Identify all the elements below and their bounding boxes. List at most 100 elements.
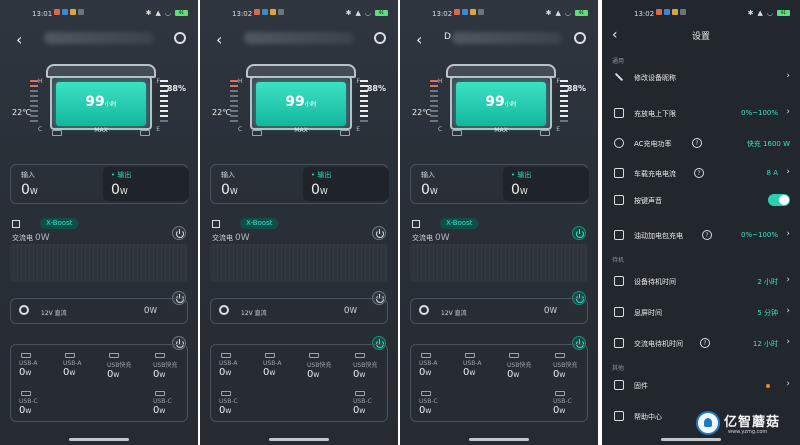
input-label: 输入	[421, 171, 435, 179]
xboost-badge[interactable]: X-Boost	[40, 218, 79, 229]
usb-port: USB-C 0W	[219, 391, 259, 416]
gauge-letter-e: E	[156, 126, 160, 133]
output-block[interactable]: • 输出 0W	[303, 167, 389, 201]
status-time: 13:02	[232, 10, 253, 18]
gear-icon[interactable]	[174, 32, 186, 44]
usb-port: USB快充 0W	[553, 353, 593, 380]
status-icons: ✱ ▲ ◡ 91	[748, 9, 790, 17]
ac-power-button[interactable]	[372, 226, 386, 240]
ac-outlet-icon	[12, 220, 20, 228]
usb-icon	[155, 353, 165, 358]
ac-power-graph	[410, 244, 588, 282]
input-value: 0W	[421, 182, 438, 198]
level-percent: 88%	[366, 84, 386, 93]
status-bar: 13:02 ✱ ▲ ◡ 91	[602, 8, 800, 20]
output-value: 0W	[111, 182, 128, 198]
usb-icon	[155, 391, 165, 396]
gear-icon[interactable]	[574, 32, 586, 44]
power-station-graphic: 99小时 MAX	[246, 64, 356, 138]
input-label: 输入	[21, 171, 35, 179]
help-icon[interactable]: ?	[692, 138, 702, 148]
gear-icon[interactable]	[374, 32, 386, 44]
signal-icon: ▲	[757, 9, 763, 17]
usb-icon	[221, 353, 231, 358]
hourglass-icon	[614, 276, 624, 286]
usb-port: USB快充 0W	[507, 353, 547, 380]
level-percent: 88%	[566, 84, 586, 93]
wifi-icon: ◡	[766, 9, 773, 17]
device-foot-left	[52, 130, 62, 136]
usb-port: USB-A 0W	[219, 353, 259, 378]
setting-device-standby[interactable]: 设备待机时间 2 小时 ›	[612, 273, 792, 291]
ac-label: 交流电 0W	[212, 233, 250, 243]
back-icon[interactable]: ‹	[16, 30, 22, 49]
signal-icon: ▲	[155, 9, 161, 17]
sliders-icon	[614, 108, 624, 118]
help-icon[interactable]: ?	[700, 338, 710, 348]
remaining-hours: 99小时	[485, 94, 517, 110]
dc-value: 0W	[343, 306, 357, 316]
xboost-badge[interactable]: X-Boost	[240, 218, 279, 229]
dc-card: 12V 直流 0W	[10, 298, 188, 324]
gauge-letter-h: H	[238, 78, 243, 85]
usb-card: USB-A 0W USB-A 0W USB快充 0W USB快充 0W USB-C 0W …	[210, 344, 388, 422]
usb-port: USB快充 0W	[153, 353, 193, 380]
chevron-right-icon: ›	[786, 229, 790, 239]
usb-port: USB-A 0W	[419, 353, 459, 378]
back-icon[interactable]: ‹	[416, 30, 422, 49]
chevron-right-icon: ›	[786, 275, 790, 285]
key-sound-toggle[interactable]	[768, 194, 790, 206]
usb-port: USB-A 0W	[263, 353, 303, 378]
ac-row: X-Boost 交流电 0W	[12, 218, 186, 244]
remaining-hours: 99小时	[85, 94, 117, 110]
ac-power-button[interactable]	[172, 226, 186, 240]
power-station-panel: 13:02 ✱ ▲ ◡ 91 ‹ H C 22℃ F E 88% 99小时 MAX	[200, 0, 398, 445]
device-foot-left	[452, 130, 462, 136]
ac-outlet-icon	[412, 220, 420, 228]
input-value: 0W	[221, 182, 238, 198]
home-indicator[interactable]	[69, 438, 129, 441]
usb-icon	[509, 353, 519, 358]
help-icon[interactable]: ?	[694, 168, 704, 178]
back-icon[interactable]: ‹	[216, 30, 222, 49]
setting-fuel-pack[interactable]: 油动加电包充电 ? 0%~100% ›	[612, 227, 792, 245]
setting-car-current[interactable]: 车载充电电流 ? 8 A ›	[612, 165, 792, 183]
chevron-right-icon: ›	[786, 306, 790, 316]
output-block[interactable]: • 输出 0W	[103, 167, 189, 201]
usb-port: USB-C 0W	[353, 391, 393, 416]
home-indicator[interactable]	[269, 438, 329, 441]
remaining-hours: 99小时	[285, 94, 317, 110]
output-block[interactable]: • 输出 0W	[503, 167, 589, 201]
xboost-badge[interactable]: X-Boost	[440, 218, 479, 229]
setting-screen-off[interactable]: 息屏时间 5 分钟 ›	[612, 304, 792, 322]
dc-label: 12V 直流	[41, 310, 67, 317]
section-general: 通用	[612, 58, 625, 65]
setting-ac-power[interactable]: AC充电功率 ? 快充 1600 W	[612, 135, 792, 153]
power-station-panel: 13:01 ✱ ▲ ◡ 91 ‹ H C 22℃ F E 88% 99小时 MAX	[0, 0, 198, 445]
setting-ac-standby[interactable]: 交流电待机时间 ? 12 小时 ›	[612, 335, 792, 353]
chevron-right-icon: ›	[786, 71, 790, 81]
help-icon[interactable]: ?	[702, 230, 712, 240]
input-block[interactable]: 输入 0W	[221, 170, 238, 198]
setting-rename[interactable]: 修改设备昵称 ›	[612, 69, 792, 87]
ac-power-button[interactable]	[572, 226, 586, 240]
setting-charge-limit[interactable]: 充放电上下限 0%~100% ›	[612, 105, 792, 123]
dc-card: 12V 直流 0W	[210, 298, 388, 324]
signal-icon: ▲	[355, 9, 361, 17]
output-value: 0W	[511, 182, 528, 198]
chevron-right-icon: ›	[786, 337, 790, 347]
setting-firmware[interactable]: 固件 ›	[612, 377, 792, 395]
car-icon	[614, 168, 624, 178]
device-name-initial: D	[444, 32, 451, 42]
wifi-icon: ◡	[164, 9, 171, 17]
dc-label: 12V 直流	[241, 310, 267, 317]
input-block[interactable]: 输入 0W	[21, 170, 38, 198]
home-indicator[interactable]	[469, 438, 529, 441]
status-icons: ✱ ▲ ◡ 91	[146, 9, 188, 17]
input-block[interactable]: 输入 0W	[421, 170, 438, 198]
output-label: • 输出	[311, 171, 332, 179]
chevron-right-icon: ›	[786, 167, 790, 177]
wifi-icon: ◡	[564, 9, 571, 17]
settings-panel: 13:02 ✱ ▲ ◡ 91 ‹ 设置 通用 修改设备昵称 › 充放电上下限 0%~1…	[602, 0, 800, 445]
device-name-blurred	[452, 32, 562, 44]
